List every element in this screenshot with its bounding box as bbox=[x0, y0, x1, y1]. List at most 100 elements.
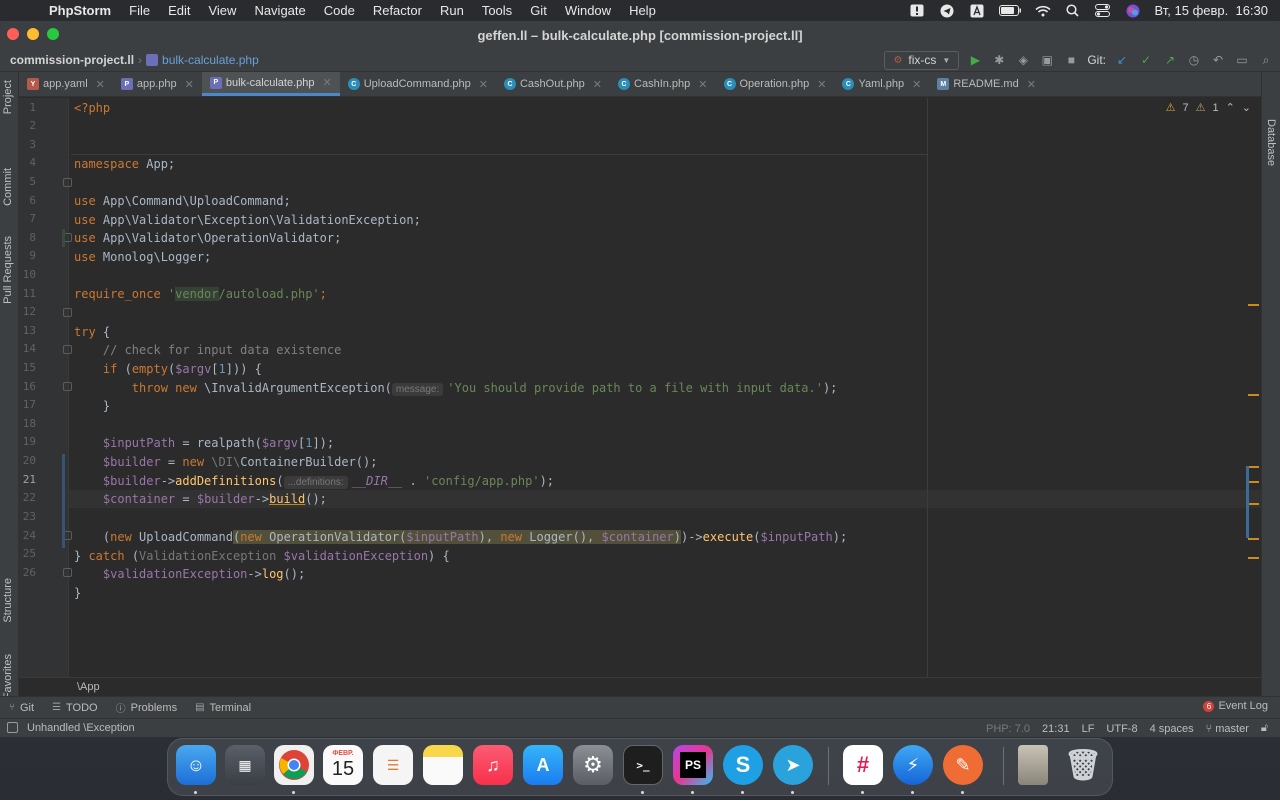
launchpad-icon[interactable]: ▦ bbox=[225, 745, 265, 785]
exclamation-icon[interactable] bbox=[909, 4, 925, 18]
close-icon[interactable]: ✕ bbox=[185, 78, 194, 91]
tab-cashin[interactable]: C CashIn.php ✕ bbox=[610, 72, 715, 96]
chevron-down-icon[interactable]: ⌄ bbox=[1242, 101, 1251, 114]
reminders-icon[interactable]: ☰ bbox=[373, 745, 413, 785]
error-stripe-mark[interactable] bbox=[1248, 538, 1259, 540]
tool-commit[interactable]: Commit bbox=[2, 168, 14, 206]
debug-icon[interactable]: ✱ bbox=[991, 52, 1007, 68]
downloads-stack-icon[interactable] bbox=[1018, 745, 1048, 785]
git-branch-widget[interactable]: ⑂ master bbox=[1206, 723, 1249, 735]
skype-icon[interactable]: S bbox=[723, 745, 763, 785]
fold-marker-icon[interactable] bbox=[63, 345, 72, 354]
terminal-app-icon[interactable]: >_ bbox=[623, 745, 663, 785]
profile-icon[interactable]: ▣ bbox=[1039, 52, 1055, 68]
file-encoding[interactable]: UTF-8 bbox=[1106, 723, 1137, 735]
tool-window-todo[interactable]: ☰ TODO bbox=[43, 702, 107, 714]
error-stripe-mark[interactable] bbox=[1248, 481, 1259, 483]
calendar-icon[interactable]: ФЕВР. 15 bbox=[323, 745, 363, 785]
status-panel-icon[interactable] bbox=[7, 722, 18, 733]
git-push-icon[interactable]: ↗ bbox=[1162, 52, 1178, 68]
app-store-icon[interactable]: A bbox=[523, 745, 563, 785]
telegram-status-icon[interactable] bbox=[939, 4, 955, 18]
vcs-stripe-mark[interactable] bbox=[1246, 466, 1249, 538]
vcs-modified-marker[interactable] bbox=[62, 454, 65, 548]
line-separator[interactable]: LF bbox=[1082, 723, 1095, 735]
git-history-icon[interactable]: ◷ bbox=[1186, 52, 1202, 68]
tool-favorites[interactable]: Favorites bbox=[2, 654, 14, 699]
error-stripe-mark[interactable] bbox=[1248, 394, 1259, 396]
tool-window-problems[interactable]: ⓘ Problems bbox=[107, 700, 186, 716]
tab-app-yaml[interactable]: Yapp.yaml ✕ bbox=[19, 72, 113, 96]
search-icon[interactable]: ⌕ bbox=[1258, 52, 1274, 68]
code-editor[interactable]: 1 2 3 4 5 6 7 8 9 10 11 12 13 14 15 16 1… bbox=[19, 98, 1261, 696]
chrome-icon[interactable] bbox=[274, 745, 314, 785]
vcs-added-marker[interactable] bbox=[62, 229, 65, 247]
finder-icon[interactable]: ☺ bbox=[176, 745, 216, 785]
stop-icon[interactable]: ■ bbox=[1063, 52, 1079, 68]
tool-window-git[interactable]: ⑂ Git bbox=[0, 702, 43, 714]
window-close-button[interactable] bbox=[7, 28, 19, 40]
menu-git[interactable]: Git bbox=[521, 3, 556, 18]
control-center-icon[interactable] bbox=[1095, 4, 1111, 18]
menu-edit[interactable]: Edit bbox=[159, 3, 199, 18]
menu-app-name[interactable]: PhpStorm bbox=[40, 3, 120, 18]
php-language-level[interactable]: PHP: 7.0 bbox=[986, 723, 1030, 735]
tab-yaml-php[interactable]: C Yaml.php ✕ bbox=[834, 72, 929, 96]
menu-help[interactable]: Help bbox=[620, 3, 665, 18]
window-zoom-button[interactable] bbox=[47, 28, 59, 40]
fold-marker-icon[interactable] bbox=[63, 382, 72, 391]
namespace-breadcrumb[interactable]: \App bbox=[77, 681, 100, 693]
spotlight-icon[interactable] bbox=[1065, 4, 1081, 18]
git-update-icon[interactable]: ↙ bbox=[1114, 52, 1130, 68]
close-icon[interactable]: ✕ bbox=[96, 78, 105, 91]
error-stripe-mark[interactable] bbox=[1248, 503, 1259, 505]
close-icon[interactable]: ✕ bbox=[479, 78, 488, 91]
close-icon[interactable]: ✕ bbox=[817, 78, 826, 91]
menu-window[interactable]: Window bbox=[556, 3, 620, 18]
close-icon[interactable]: ✕ bbox=[323, 76, 332, 89]
tool-project[interactable]: Project bbox=[2, 80, 14, 114]
tool-window-terminal[interactable]: ▤ Terminal bbox=[186, 702, 260, 714]
code-breadcrumb-bar[interactable]: \App bbox=[19, 677, 1261, 696]
run-config-selector[interactable]: ⚙ fix-cs ▼ bbox=[884, 50, 960, 70]
caret-position[interactable]: 21:31 bbox=[1042, 723, 1070, 735]
wifi-icon[interactable] bbox=[1034, 4, 1051, 18]
chevron-up-icon[interactable]: ⌃ bbox=[1226, 101, 1235, 114]
lock-icon[interactable]: 🔓︎ bbox=[1261, 722, 1268, 735]
layout-icon[interactable]: ▭ bbox=[1234, 52, 1250, 68]
tab-upload-command[interactable]: C UploadCommand.php ✕ bbox=[340, 72, 496, 96]
tab-bulk-calculate-php[interactable]: Pbulk-calculate.php ✕ bbox=[201, 72, 340, 96]
menu-file[interactable]: File bbox=[120, 3, 159, 18]
error-stripe-mark[interactable] bbox=[1248, 557, 1259, 559]
trash-icon[interactable]: 🗑︎ bbox=[1063, 745, 1103, 785]
menu-refactor[interactable]: Refactor bbox=[364, 3, 431, 18]
git-commit-icon[interactable]: ✓ bbox=[1138, 52, 1154, 68]
menu-view[interactable]: View bbox=[199, 3, 245, 18]
tool-structure[interactable]: Structure bbox=[2, 578, 14, 623]
status-message[interactable]: Unhandled \Exception bbox=[0, 722, 135, 734]
breadcrumb-file[interactable]: bulk-calculate.php bbox=[146, 53, 259, 67]
notes-icon[interactable] bbox=[423, 745, 463, 785]
tab-app-php[interactable]: Papp.php ✕ bbox=[113, 72, 202, 96]
postman-icon[interactable]: ✎ bbox=[943, 745, 983, 785]
error-stripe-mark[interactable] bbox=[1248, 304, 1259, 306]
phpstorm-icon[interactable]: PS bbox=[673, 745, 713, 785]
event-log-button[interactable]: 6 Event Log bbox=[1203, 700, 1268, 712]
fold-marker-icon[interactable] bbox=[63, 308, 72, 317]
menubar-clock[interactable]: Вт, 15 февр. 16:30 bbox=[1155, 3, 1268, 18]
siri-icon[interactable] bbox=[1125, 4, 1141, 18]
menu-run[interactable]: Run bbox=[431, 3, 473, 18]
tool-pull-requests[interactable]: Pull Requests bbox=[2, 236, 14, 304]
coverage-icon[interactable]: ◈ bbox=[1015, 52, 1031, 68]
menu-navigate[interactable]: Navigate bbox=[245, 3, 314, 18]
error-stripe-mark[interactable] bbox=[1248, 466, 1259, 468]
close-icon[interactable]: ✕ bbox=[698, 78, 707, 91]
menu-code[interactable]: Code bbox=[315, 3, 364, 18]
input-source-icon[interactable] bbox=[969, 4, 985, 18]
battery-icon[interactable] bbox=[998, 4, 1021, 18]
close-icon[interactable]: ✕ bbox=[912, 78, 921, 91]
indent-setting[interactable]: 4 spaces bbox=[1150, 723, 1194, 735]
tool-database[interactable]: Database bbox=[1265, 119, 1277, 166]
window-minimize-button[interactable] bbox=[27, 28, 39, 40]
breadcrumb-project[interactable]: commission-project.ll bbox=[0, 53, 134, 67]
